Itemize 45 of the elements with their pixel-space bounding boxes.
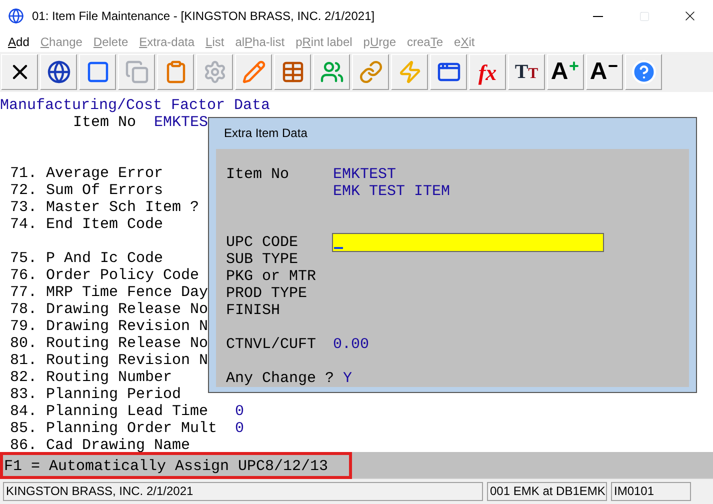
app-icon: [8, 8, 24, 24]
field-label: 81. Routing Revision N: [10, 352, 210, 369]
field-label: 86. Cad Drawing Name: [10, 437, 192, 454]
field-label: 79. Drawing Revision N: [10, 318, 210, 335]
field-label: 84. Planning Lead Time: [10, 403, 210, 420]
plus-icon: [568, 60, 580, 72]
status-bar-panel: KINGSTON BRASS, INC. 2/1/2021: [3, 482, 483, 501]
menu-item[interactable]: Add: [8, 33, 30, 51]
prompt-answer: Y: [343, 370, 352, 387]
item-description: EMK TEST ITEM: [333, 183, 450, 200]
field-label: UPC CODE: [226, 234, 300, 251]
field-label: 73. Master Sch Item ?: [10, 199, 200, 216]
field-label: PKG or MTR: [226, 268, 318, 285]
field-label: 72. Sum Of Errors: [10, 182, 164, 199]
field-label: 74. End Item Code: [10, 216, 164, 233]
field-label: 83. Planning Period: [10, 386, 182, 403]
field-label: Item No: [226, 166, 290, 183]
upc-input-field[interactable]: [332, 233, 604, 252]
field-label: FINISH: [226, 302, 282, 319]
status-bar-panel: IM0101: [611, 482, 691, 501]
toolbar-button[interactable]: A: [547, 54, 584, 90]
toolbar-button[interactable]: TT: [508, 54, 545, 90]
field-label: Item No: [73, 114, 136, 131]
field-value: 0: [235, 403, 244, 420]
hint-text: F1 = Automatically Assign UPC8/12/13: [0, 452, 352, 478]
window-title: 01: Item File Maintenance - [KINGSTON BRASS, INC. 2/1/2021]: [32, 8, 375, 25]
toolbar-button[interactable]: [430, 54, 467, 90]
field-label: SUB TYPE: [226, 251, 300, 268]
field-value: EMKTEST: [333, 166, 396, 183]
status-bar-panel: 001 EMK at DB1EMK: [487, 482, 607, 501]
text-cursor: [334, 247, 343, 249]
field-label: CTNVL/CUFT: [226, 336, 318, 353]
toolbar-button[interactable]: [1, 54, 38, 90]
dialog-title: Extra Item Data: [223, 125, 308, 142]
field-value: 0: [235, 420, 244, 437]
field-value: 0.00: [333, 336, 370, 353]
toolbar-button[interactable]: A: [586, 54, 623, 90]
toolbar-button[interactable]: [40, 54, 77, 90]
toolbar-button[interactable]: fx: [469, 54, 506, 90]
screen-heading: Manufacturing/Cost Factor Data: [0, 97, 272, 114]
field-value: EMKTES: [154, 114, 208, 131]
field-label: 85. Planning Order Mult: [10, 420, 218, 437]
prompt-text: Any Change ?: [226, 370, 334, 387]
field-label: PROD TYPE: [226, 285, 308, 302]
maximize-icon: [638, 10, 650, 22]
